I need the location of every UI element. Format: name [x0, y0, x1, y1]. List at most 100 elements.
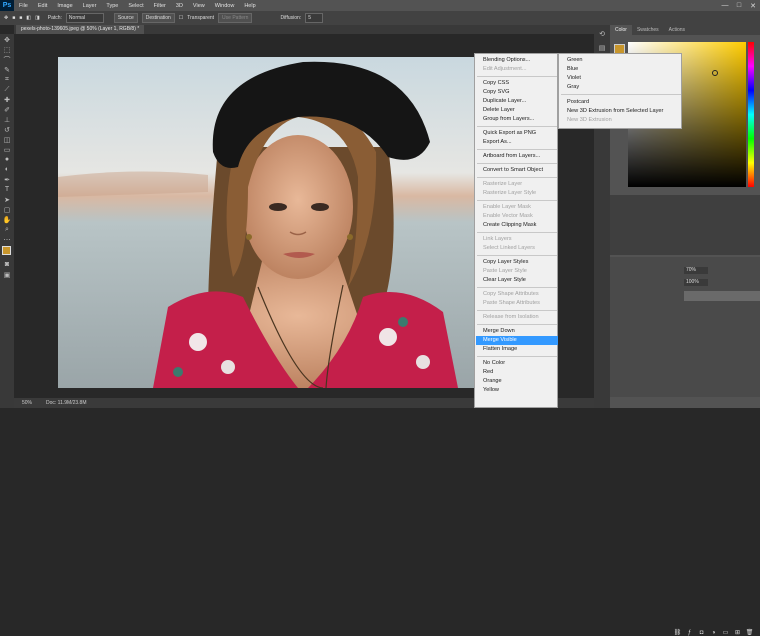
- gradient-tool-icon[interactable]: ▭: [2, 145, 12, 154]
- menu-quick-export-png[interactable]: Quick Export as PNG: [483, 130, 536, 136]
- color-swatches[interactable]: [0, 245, 14, 259]
- menu-file[interactable]: File: [14, 3, 33, 9]
- close-button[interactable]: ✕: [746, 0, 760, 11]
- transparent-checkbox[interactable]: ☐: [179, 15, 183, 21]
- menu-color-yellow[interactable]: Yellow: [483, 387, 499, 393]
- link-layers-icon[interactable]: ⛓: [674, 629, 682, 636]
- marquee-tool-icon[interactable]: ⬚: [2, 45, 12, 54]
- history-brush-icon[interactable]: ↺: [2, 125, 12, 134]
- properties-panel-icon[interactable]: ▤: [597, 43, 607, 53]
- menu-color-green[interactable]: Green: [567, 57, 583, 63]
- menu-color-orange[interactable]: Orange: [483, 378, 502, 384]
- menu-clear-layer-style[interactable]: Clear Layer Style: [483, 277, 526, 283]
- new-layer-icon[interactable]: ⊞: [734, 629, 741, 636]
- menu-window[interactable]: Window: [210, 3, 240, 9]
- menu-duplicate-layer[interactable]: Duplicate Layer...: [483, 98, 526, 104]
- destination-button[interactable]: Destination: [141, 13, 175, 23]
- menu-view[interactable]: View: [188, 3, 210, 9]
- menu-select[interactable]: Select: [123, 3, 148, 9]
- history-panel-icon[interactable]: ⟲: [597, 29, 607, 39]
- selection-subtract-icon[interactable]: ◧: [26, 15, 31, 21]
- menu-convert-smart-object[interactable]: Convert to Smart Object: [483, 167, 543, 173]
- blur-tool-icon[interactable]: ●: [2, 155, 12, 164]
- adjustment-layer-icon[interactable]: ◑: [710, 629, 717, 636]
- new-group-icon[interactable]: ▭: [722, 629, 729, 636]
- menu-help[interactable]: Help: [239, 3, 260, 9]
- dodge-tool-icon[interactable]: ◐: [2, 165, 12, 174]
- maximize-button[interactable]: □: [732, 0, 746, 11]
- stamp-tool-icon[interactable]: ⊥: [2, 115, 12, 124]
- quick-select-tool-icon[interactable]: ✎: [2, 65, 12, 74]
- add-mask-icon[interactable]: ◘: [698, 629, 705, 636]
- menu-type[interactable]: Type: [101, 3, 123, 9]
- diffusion-input[interactable]: 5: [305, 13, 324, 23]
- patch-mode-select[interactable]: Normal: [65, 13, 104, 23]
- menu-filter[interactable]: Filter: [149, 3, 171, 9]
- layer-row-selected[interactable]: [684, 291, 760, 301]
- pen-tool-icon[interactable]: ✒: [2, 175, 12, 184]
- shape-tool-icon[interactable]: ▢: [2, 205, 12, 214]
- type-tool-icon[interactable]: T: [2, 185, 12, 194]
- hand-tool-icon[interactable]: ✋: [2, 215, 12, 224]
- brush-tool-icon[interactable]: ✐: [2, 105, 12, 114]
- more-tools-icon[interactable]: ⋯: [2, 235, 12, 244]
- menu-layer[interactable]: Layer: [78, 3, 102, 9]
- menu-color-red[interactable]: Red: [483, 369, 493, 375]
- menu-blending-options[interactable]: Blending Options...: [483, 57, 530, 63]
- menu-copy-css[interactable]: Copy CSS: [483, 80, 509, 86]
- hue-slider[interactable]: [748, 42, 754, 187]
- eyedropper-tool-icon[interactable]: ⟋: [2, 85, 12, 94]
- move-tool-icon[interactable]: ✥: [2, 35, 12, 44]
- menu-3d[interactable]: 3D: [171, 3, 188, 9]
- layer-opacity-field[interactable]: 70%: [684, 267, 708, 274]
- menu-copy-svg[interactable]: Copy SVG: [483, 89, 509, 95]
- portrait-photo: [58, 57, 474, 388]
- menu-export-as[interactable]: Export As...: [483, 139, 512, 145]
- menu-edit[interactable]: Edit: [33, 3, 52, 9]
- menu-color-none[interactable]: No Color: [483, 360, 505, 366]
- selection-intersect-icon[interactable]: ◨: [35, 15, 40, 21]
- menu-artboard-from-layers[interactable]: Artboard from Layers...: [483, 153, 540, 159]
- fx-icon[interactable]: ƒ: [686, 629, 693, 636]
- use-pattern-button[interactable]: Use Pattern: [218, 13, 253, 23]
- menu-copy-layer-styles[interactable]: Copy Layer Styles: [483, 259, 528, 265]
- document-tab[interactable]: pexels-photo-139605.jpeg @ 50% (Layer 1,…: [16, 25, 145, 34]
- selection-new-icon[interactable]: ■: [12, 15, 15, 21]
- screen-mode-icon[interactable]: ▣: [2, 270, 12, 279]
- zoom-level[interactable]: 50%: [22, 400, 32, 406]
- menu-group-from-layers[interactable]: Group from Layers...: [483, 116, 534, 122]
- delete-layer-icon[interactable]: 🗑: [746, 629, 754, 636]
- crop-tool-icon[interactable]: ⌗: [2, 75, 12, 84]
- menu-color-gray[interactable]: Gray: [567, 84, 579, 90]
- eraser-tool-icon[interactable]: ◫: [2, 135, 12, 144]
- source-button[interactable]: Source: [113, 13, 138, 23]
- document-tab-bar: pexels-photo-139605.jpeg @ 50% (Layer 1,…: [14, 25, 594, 34]
- menu-image[interactable]: Image: [52, 3, 77, 9]
- zoom-tool-icon[interactable]: ⌕: [2, 225, 12, 234]
- menu-create-clipping-mask[interactable]: Create Clipping Mask: [483, 222, 536, 228]
- foreground-color-swatch[interactable]: [2, 246, 11, 255]
- healing-tool-icon[interactable]: ✚: [2, 95, 12, 104]
- menu-separator: [477, 163, 557, 164]
- menu-merge-visible[interactable]: Merge Visible: [483, 337, 517, 343]
- tab-actions[interactable]: Actions: [664, 25, 690, 35]
- menu-flatten-image[interactable]: Flatten Image: [483, 346, 517, 352]
- tab-swatches[interactable]: Swatches: [632, 25, 664, 35]
- path-select-tool-icon[interactable]: ➤: [2, 195, 12, 204]
- photo-canvas[interactable]: [58, 57, 474, 388]
- layers-panel: 70% 100% ⛓ ƒ ◘ ◑ ▭ ⊞ 🗑: [610, 257, 760, 636]
- quick-mask-icon[interactable]: ◙: [2, 260, 12, 269]
- menu-postcard[interactable]: Postcard: [567, 99, 589, 105]
- menu-delete-layer[interactable]: Delete Layer: [483, 107, 515, 113]
- patch-tool-icon[interactable]: ✥: [4, 15, 8, 21]
- layer-fill-field[interactable]: 100%: [684, 279, 708, 286]
- minimize-button[interactable]: —: [718, 0, 732, 11]
- color-picker-cursor: [712, 70, 718, 76]
- selection-add-icon[interactable]: ■: [19, 15, 22, 21]
- menu-color-violet[interactable]: Violet: [567, 75, 581, 81]
- menu-new-3d-extrusion-selected[interactable]: New 3D Extrusion from Selected Layer: [567, 108, 663, 114]
- lasso-tool-icon[interactable]: ⌒: [2, 55, 12, 64]
- menu-merge-down[interactable]: Merge Down: [483, 328, 515, 334]
- menu-color-blue[interactable]: Blue: [567, 66, 578, 72]
- tab-color[interactable]: Color: [610, 25, 632, 35]
